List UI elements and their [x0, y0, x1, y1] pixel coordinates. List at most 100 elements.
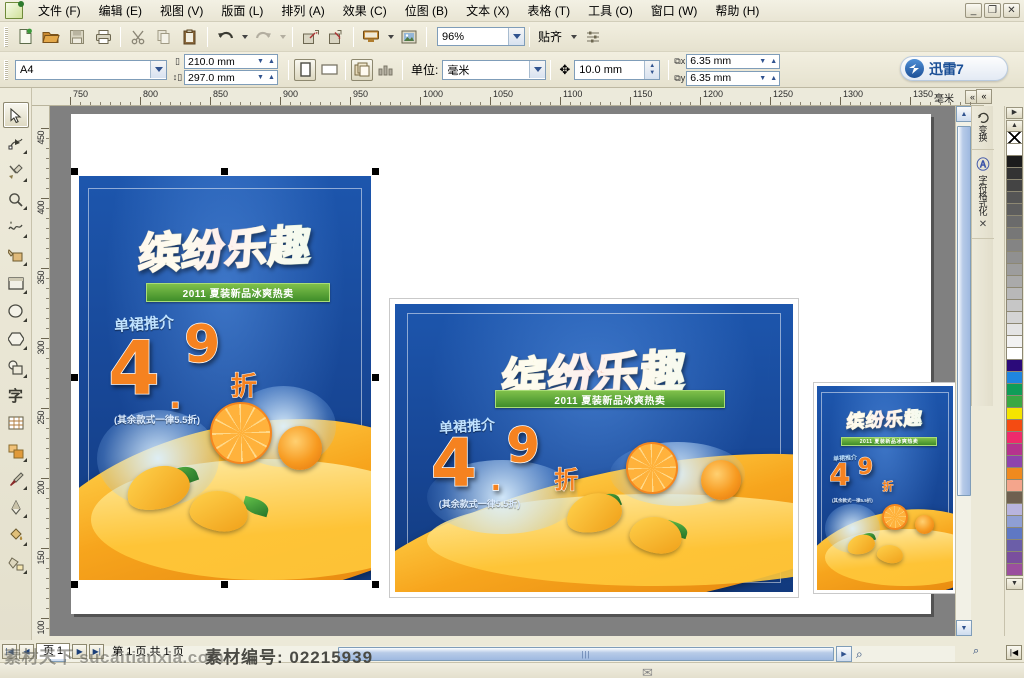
paper-type-dropdown-arrow[interactable]	[150, 61, 166, 78]
export-button[interactable]	[324, 25, 348, 49]
nudge-offset-spinners[interactable]: ▲ ▼	[644, 60, 660, 79]
vertical-scroll-thumb[interactable]	[957, 126, 971, 496]
unit-dropdown-arrow[interactable]	[529, 61, 546, 78]
smart-fill-tool-flyout-arrow[interactable]	[19, 262, 27, 266]
menu-table[interactable]: 表格 (T)	[518, 0, 579, 21]
redo-dropdown[interactable]	[277, 25, 287, 49]
corel-online-button[interactable]	[397, 25, 421, 49]
zoom-tool[interactable]	[3, 186, 29, 212]
snap-to-dropdown[interactable]	[567, 25, 579, 49]
color-palette[interactable]: ▶ ▲ ▼	[1004, 106, 1024, 636]
handle-e[interactable]	[372, 374, 379, 381]
eyedropper-tool-flyout-arrow[interactable]	[19, 486, 27, 490]
current-page-button[interactable]	[375, 59, 397, 81]
basic-shapes-tool[interactable]	[3, 354, 29, 380]
undo-button[interactable]	[213, 25, 237, 49]
docker-close-button[interactable]: ✕	[979, 219, 987, 230]
menu-arrange[interactable]: 排列 (A)	[272, 0, 333, 21]
toolbar-grip[interactable]	[4, 26, 8, 47]
redo-button[interactable]	[251, 25, 275, 49]
new-document-button[interactable]	[13, 25, 37, 49]
eyedropper-tool[interactable]	[3, 466, 29, 492]
basic-shapes-tool-flyout-arrow[interactable]	[19, 374, 27, 378]
restore-button[interactable]: ❐	[984, 3, 1001, 18]
handle-se[interactable]	[372, 581, 379, 588]
minimize-button[interactable]: _	[965, 3, 982, 18]
page-height-spinners[interactable]: ▼ ▲	[255, 71, 277, 84]
drawing-canvas[interactable]: 缤纷乐趣 2011 夏装新品冰爽热卖 单裙推介 4 9 . 折 (其余款式一律5…	[50, 106, 955, 636]
palette-expand-button[interactable]: ▶	[1006, 107, 1023, 119]
copy-button[interactable]	[152, 25, 176, 49]
zoom-to-fit-icon[interactable]: ⌕	[856, 647, 863, 662]
horizontal-scroll-thumb[interactable]: |||	[338, 647, 834, 661]
scroll-up-button[interactable]: ▲	[956, 106, 972, 122]
docker-transform[interactable]: 变换	[972, 106, 994, 150]
handle-ne[interactable]	[372, 168, 379, 175]
palette-swatch[interactable]	[1006, 563, 1023, 576]
cut-button[interactable]	[126, 25, 150, 49]
application-icon[interactable]	[5, 1, 24, 19]
rectangle-tool[interactable]	[3, 270, 29, 296]
zoom-tool-flyout-arrow[interactable]	[19, 206, 27, 210]
nudge-offset-input[interactable]: 10.0 mm ▲ ▼	[574, 59, 661, 80]
menu-view[interactable]: 视图 (V)	[151, 0, 212, 21]
orientation-portrait-button[interactable]	[294, 58, 316, 81]
outline-tool-flyout-arrow[interactable]	[19, 514, 27, 518]
shape-tool[interactable]	[3, 130, 29, 156]
application-launcher-dropdown[interactable]	[385, 25, 395, 49]
bleed-y-spinners[interactable]: ▼ ▲	[757, 72, 779, 85]
menu-layout[interactable]: 版面 (L)	[212, 0, 272, 21]
poster-small[interactable]: 缤纷乐趣 2011 夏装新品冰爽热卖 单裙推介 4 9 折 (其余款式一律5.5…	[817, 386, 953, 590]
freehand-tool[interactable]	[3, 214, 29, 240]
fill-tool[interactable]	[3, 522, 29, 548]
options-button[interactable]	[581, 25, 605, 49]
bleed-x-spinners[interactable]: ▼ ▲	[757, 55, 779, 68]
property-bar-grip[interactable]	[4, 59, 8, 80]
status-end-button[interactable]: |◀	[1006, 645, 1022, 660]
zoom-level-combobox[interactable]: 96%	[437, 27, 525, 46]
bleed-y-input[interactable]: 6.35 mm ▼ ▲	[686, 70, 781, 86]
all-pages-button[interactable]	[351, 58, 373, 81]
page-width-spinners[interactable]: ▼ ▲	[255, 55, 277, 68]
unit-combobox[interactable]: 毫米	[442, 59, 547, 80]
docker-collapse-button[interactable]: «	[976, 89, 992, 104]
freehand-tool-flyout-arrow[interactable]	[19, 234, 27, 238]
page-width-input[interactable]: 210.0 mm ▼ ▲	[184, 54, 278, 69]
menu-file[interactable]: 文件 (F)	[29, 0, 90, 21]
text-tool[interactable]: 字	[3, 382, 29, 408]
scroll-down-button[interactable]: ▼	[956, 620, 972, 636]
undo-dropdown[interactable]	[239, 25, 249, 49]
orientation-landscape-button[interactable]	[318, 59, 340, 81]
crop-tool[interactable]	[3, 158, 29, 184]
print-button[interactable]	[91, 25, 115, 49]
horizontal-ruler[interactable]: 毫米 « 750 800 850 900 950 1000 1050 1100 1150 1200…	[32, 88, 984, 106]
handle-nw[interactable]	[71, 168, 78, 175]
paste-button[interactable]	[178, 25, 202, 49]
handle-sw[interactable]	[71, 581, 78, 588]
status-zoom-icon[interactable]: ⌕	[973, 645, 988, 660]
handle-n[interactable]	[221, 168, 228, 175]
docker-character-format[interactable]: Ⓐ 字符格式化 ✕	[972, 150, 994, 239]
scroll-right-button[interactable]: ▶	[836, 646, 852, 662]
menu-window[interactable]: 窗口 (W)	[642, 0, 707, 21]
pick-tool[interactable]	[2, 102, 29, 128]
save-document-button[interactable]	[65, 25, 89, 49]
polygon-tool-flyout-arrow[interactable]	[19, 346, 27, 350]
poster-medium[interactable]: 缤纷乐趣 2011 夏装新品冰爽热卖 单裙推介 4 9 . 折 (其余款式一律5…	[395, 304, 793, 592]
menu-edit[interactable]: 编辑 (E)	[90, 0, 151, 21]
poster-large-selected[interactable]: 缤纷乐趣 2011 夏装新品冰爽热卖 单裙推介 4 9 . 折 (其余款式一律5…	[79, 176, 371, 580]
handle-s[interactable]	[221, 581, 228, 588]
interactive-fill-tool[interactable]	[3, 550, 29, 576]
import-button[interactable]	[298, 25, 322, 49]
shape-tool-flyout-arrow[interactable]	[19, 150, 27, 154]
fill-tool-flyout-arrow[interactable]	[19, 542, 27, 546]
application-launcher-button[interactable]	[359, 25, 383, 49]
outline-tool[interactable]	[3, 494, 29, 520]
ellipse-tool[interactable]	[3, 298, 29, 324]
snap-to-label[interactable]: 贴齐	[534, 28, 566, 45]
menu-text[interactable]: 文本 (X)	[457, 0, 518, 21]
blend-tool-flyout-arrow[interactable]	[19, 458, 27, 462]
interactive-fill-tool-flyout-arrow[interactable]	[19, 570, 27, 574]
menu-effects[interactable]: 效果 (C)	[334, 0, 396, 21]
document-page[interactable]: 缤纷乐趣 2011 夏装新品冰爽热卖 单裙推介 4 9 . 折 (其余款式一律5…	[71, 114, 955, 614]
